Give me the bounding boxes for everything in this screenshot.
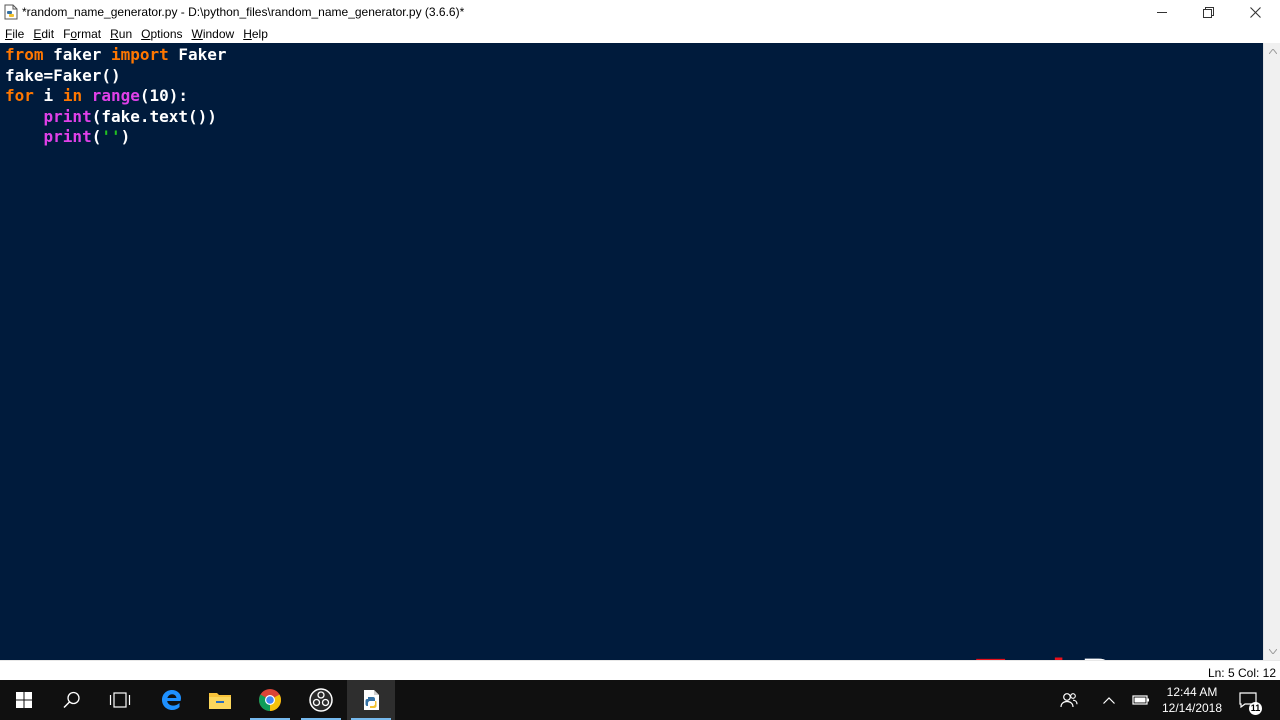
code-line[interactable]: fake=Faker()	[5, 66, 227, 87]
battery-icon	[1132, 695, 1149, 705]
string-token: ''	[101, 127, 121, 147]
menu-format[interactable]: Format	[63, 27, 101, 41]
menu-label-post: rmat	[77, 26, 102, 41]
menu-accelerator: R	[110, 26, 119, 41]
menu-run[interactable]: Run	[110, 27, 132, 41]
obs-button[interactable]	[297, 680, 345, 720]
system-clock[interactable]: 12:44 AM 12/14/2018	[1156, 684, 1228, 716]
search-button[interactable]	[48, 680, 96, 720]
code-token: Faker	[168, 45, 227, 64]
people-button[interactable]	[1058, 680, 1080, 720]
menu-label-post: elp	[251, 26, 268, 41]
menu-accelerator: H	[243, 26, 252, 41]
menu-label-post: indow	[202, 26, 235, 41]
code-token: (10):	[139, 86, 189, 106]
clock-date: 12/14/2018	[1161, 701, 1223, 715]
scroll-up-icon	[1268, 49, 1277, 54]
code-line[interactable]: print(fake.text())	[5, 107, 227, 128]
restore-button[interactable]	[1185, 0, 1231, 24]
cursor-position: Ln: 5 Col: 12	[1207, 666, 1276, 680]
restore-icon	[1202, 6, 1214, 18]
scroll-down-icon	[1268, 649, 1277, 654]
keyword-token: for	[5, 86, 34, 106]
menu-label-post: un	[118, 26, 133, 41]
keyword-token: from	[5, 45, 44, 64]
code-token: )	[120, 127, 131, 147]
chevron-up-icon	[1103, 696, 1115, 704]
chrome-button[interactable]	[246, 680, 294, 720]
code-token: (fake.text())	[91, 106, 217, 126]
code-token: fake=Faker()	[5, 65, 121, 85]
people-icon	[1060, 693, 1078, 708]
close-icon	[1249, 6, 1261, 18]
scroll-up-button[interactable]	[1264, 43, 1280, 60]
file-explorer-button[interactable]	[196, 680, 244, 720]
builtin-token: print	[43, 127, 92, 147]
vertical-scrollbar[interactable]	[1263, 43, 1280, 660]
watermark-part1: Tech	[976, 651, 1082, 661]
watermark-part2: Preneur	[1081, 651, 1263, 661]
obs-icon	[309, 688, 333, 712]
notification-count-badge: 11	[1249, 702, 1262, 715]
minimize-button[interactable]	[1139, 0, 1185, 24]
code-token: faker	[43, 45, 111, 64]
scroll-down-button[interactable]	[1264, 643, 1280, 660]
menu-window[interactable]: Window	[192, 27, 235, 41]
menu-label-post: ptions	[150, 26, 183, 41]
edge-button[interactable]	[148, 680, 196, 720]
edge-icon	[162, 690, 181, 710]
menu-accelerator: W	[191, 26, 203, 41]
menu-label-post: dit	[41, 26, 55, 41]
menu-file[interactable]: File	[5, 27, 24, 41]
code-token: (	[91, 127, 102, 147]
menu-label-post: ile	[12, 26, 25, 41]
title-bar: *random_name_generator.py - D:\python_fi…	[0, 0, 1280, 24]
code-line[interactable]: for i in range(10):	[5, 86, 227, 107]
keyword-token: in	[62, 86, 83, 106]
code-line[interactable]: print('')	[5, 127, 227, 148]
task-view-button[interactable]	[96, 680, 144, 720]
menu-help[interactable]: Help	[243, 27, 268, 41]
menu-bar: File Edit Format Run Options Window Help	[0, 24, 1280, 43]
code-line[interactable]: from faker import Faker	[5, 45, 227, 66]
taskbar: 12:44 AM 12/14/2018	[0, 680, 1280, 720]
python-file-icon	[3, 4, 19, 20]
file-explorer-icon	[209, 693, 231, 709]
idle-python-icon	[364, 690, 379, 710]
windows-start-icon	[16, 692, 32, 708]
window-title: *random_name_generator.py - D:\python_fi…	[22, 5, 465, 19]
code-token: i	[33, 86, 63, 106]
builtin-token: range	[91, 86, 140, 106]
menu-options[interactable]: Options	[141, 27, 182, 41]
menu-edit[interactable]: Edit	[33, 27, 54, 41]
clock-time: 12:44 AM	[1166, 685, 1218, 699]
code-text[interactable]: from faker import Faker fake=Faker() for i…	[5, 45, 227, 148]
task-view-icon	[109, 692, 131, 708]
start-button[interactable]	[0, 680, 48, 720]
search-icon	[63, 691, 80, 709]
code-editor[interactable]: from faker import Faker fake=Faker() for i…	[0, 43, 1263, 660]
minimize-icon	[1157, 12, 1167, 13]
builtin-token: print	[43, 106, 92, 126]
battery-button[interactable]	[1130, 680, 1152, 720]
chrome-icon	[259, 689, 281, 711]
idle-button[interactable]	[347, 680, 395, 720]
close-button[interactable]	[1232, 0, 1278, 24]
show-hidden-icons-button[interactable]	[1098, 680, 1120, 720]
keyword-token: import	[110, 45, 169, 64]
